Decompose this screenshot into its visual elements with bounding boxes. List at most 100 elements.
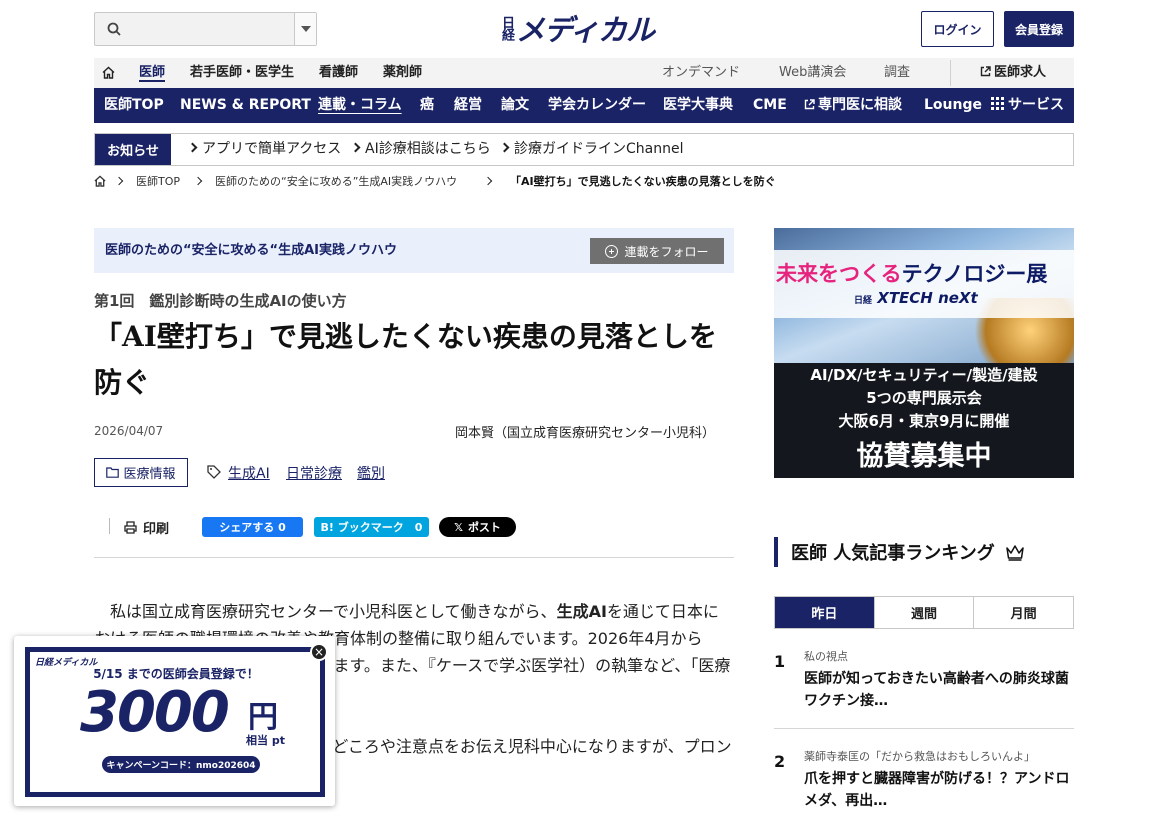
popup-amount: 3000 bbox=[80, 680, 230, 745]
ad-brand-small: 日経 bbox=[854, 296, 873, 306]
body-text: 私は国立成育医療研究センターで小児科医として働きながら、 bbox=[110, 602, 557, 621]
popup-yen: 円 bbox=[248, 700, 278, 735]
home-icon[interactable] bbox=[94, 175, 106, 187]
nav-item-young-doctor[interactable]: 若手医師・医学生 bbox=[190, 58, 294, 88]
nav-item-ondemand[interactable]: オンデマンド bbox=[662, 58, 740, 88]
plus-circle-icon bbox=[605, 244, 619, 258]
ad-brand-text: XTECH neXt bbox=[877, 289, 978, 307]
primary-nav: 医師 若手医師・医学生 看護師 薬剤師 オンデマンド Web講演会 調査 医師求… bbox=[94, 58, 1074, 88]
folder-icon bbox=[106, 467, 120, 478]
tab-monthly[interactable]: 月間 bbox=[973, 597, 1073, 628]
rank-category: 薬師寺泰匡の「だから救急はおもしろいんよ」 bbox=[804, 750, 1035, 763]
notice-link-app[interactable]: アプリで簡単アクセス bbox=[187, 134, 342, 165]
breadcrumb-item[interactable]: 医師のための“安全に攻める”生成AI実践ノウハウ bbox=[215, 173, 457, 191]
nav-item-recruit[interactable]: 医師求人 bbox=[980, 58, 1046, 88]
consult-label: 専門医に相談 bbox=[818, 97, 902, 113]
series-title[interactable]: 医師のための“安全に攻める“生成AI実践ノウハウ bbox=[105, 228, 397, 273]
register-button[interactable]: 会員登録 bbox=[1004, 11, 1074, 47]
nav2-item-news[interactable]: NEWS & REPORT bbox=[180, 88, 311, 123]
nav2-item-series[interactable]: 連載・コラム bbox=[318, 88, 402, 123]
facebook-share-button[interactable]: シェアする 0 bbox=[202, 517, 303, 537]
logo-text: メディカル bbox=[516, 13, 655, 47]
nav2-item-dictionary[interactable]: 医学大事典 bbox=[663, 88, 733, 123]
nav2-item-papers[interactable]: 論文 bbox=[501, 88, 529, 123]
ranking-title: 医師 人気記事ランキング bbox=[774, 537, 1025, 567]
search-scope-dropdown[interactable] bbox=[294, 13, 316, 45]
breadcrumb-item[interactable]: 医師TOP bbox=[136, 173, 180, 191]
article-headline: 「AI壁打ち」で見逃したくない疾患の見落としを防ぐ bbox=[94, 320, 717, 399]
nav-item-doctor[interactable]: 医師 bbox=[139, 58, 166, 82]
follow-label: 連載をフォロー bbox=[624, 244, 709, 259]
campaign-popup[interactable]: 日経メディカル 5/15 までの医師会員登録で！ 3000 円 相当 pt キャ… bbox=[14, 636, 335, 806]
ranking-item[interactable]: 2 薬師寺泰匡の「だから救急はおもしろいんよ」 爪を押すと臓器障害が防げる！？ア… bbox=[774, 748, 1074, 818]
notice-bar: お知らせ アプリで簡単アクセス AI診療相談はこちら 診療ガイドラインChann… bbox=[94, 133, 1074, 166]
keyword-link[interactable]: 生成AI bbox=[228, 463, 270, 483]
notice-label: お知らせ bbox=[95, 134, 171, 165]
x-post-button[interactable]: 𝕏 ポスト bbox=[439, 517, 516, 537]
print-button[interactable]: 印刷 bbox=[124, 518, 169, 537]
site-logo[interactable]: 日経 メディカル bbox=[499, 10, 655, 47]
home-icon[interactable] bbox=[102, 66, 115, 79]
notice-link-guideline[interactable]: 診療ガイドラインChannel bbox=[499, 134, 684, 165]
service-label: サービス bbox=[1008, 97, 1064, 113]
series-banner: 医師のための“安全に攻める“生成AI実践ノウハウ 連載をフォロー bbox=[94, 228, 734, 273]
divider bbox=[94, 557, 734, 558]
ad-line: AI/DX/セキュリティー/製造/建設 bbox=[810, 366, 1038, 384]
nav2-item-lounge[interactable]: Lounge bbox=[924, 88, 982, 123]
nav-item-survey[interactable]: 調査 bbox=[884, 58, 910, 88]
ranking-item[interactable]: 1 私の視点 医師が知っておきたい高齢者への肺炎球菌ワクチン接… bbox=[774, 648, 1074, 718]
tab-yesterday[interactable]: 昨日 bbox=[775, 597, 874, 628]
rank-number: 1 bbox=[774, 652, 786, 671]
external-link-icon bbox=[980, 66, 991, 77]
hatena-bookmark-button[interactable]: B! ブックマーク 0 bbox=[314, 517, 429, 537]
notice-link-text: アプリで簡単アクセス bbox=[202, 141, 342, 157]
nav-item-pharmacist[interactable]: 薬剤師 bbox=[383, 58, 422, 88]
nav2-item-calendar[interactable]: 学会カレンダー bbox=[548, 88, 646, 123]
grid-icon bbox=[991, 97, 1004, 110]
external-link-icon bbox=[804, 99, 815, 110]
campaign-card[interactable]: 日経メディカル 5/15 までの医師会員登録で！ 3000 円 相当 pt キャ… bbox=[25, 647, 325, 797]
tab-weekly[interactable]: 週間 bbox=[873, 597, 974, 628]
rank-title: 医師が知っておきたい高齢者への肺炎球菌ワクチン接… bbox=[804, 671, 1069, 709]
hatena-label: B! ブックマーク 0 bbox=[320, 521, 423, 534]
notice-link-ai[interactable]: AI診療相談はこちら bbox=[350, 134, 491, 165]
chevron-right-icon bbox=[187, 142, 198, 153]
notice-link-text: 診療ガイドラインChannel bbox=[514, 141, 684, 157]
keyword-link[interactable]: 日常診療 bbox=[286, 463, 342, 483]
follow-series-button[interactable]: 連載をフォロー bbox=[590, 238, 724, 264]
nav2-item-consult[interactable]: 専門医に相談 bbox=[804, 88, 902, 123]
ad-headline-pink: 未来をつくる bbox=[776, 262, 902, 286]
chevron-right-icon bbox=[114, 176, 124, 186]
nav2-item-management[interactable]: 経営 bbox=[454, 88, 482, 123]
chevron-right-icon bbox=[483, 176, 493, 186]
print-label: 印刷 bbox=[143, 522, 170, 537]
rank-number: 2 bbox=[774, 752, 786, 771]
login-button[interactable]: ログイン bbox=[921, 11, 994, 47]
logo-small-text: 日経 bbox=[499, 16, 514, 40]
category-tag[interactable]: 医療情報 bbox=[94, 458, 188, 487]
ad-headline-navy: テクノロジー展 bbox=[901, 262, 1048, 286]
search-icon bbox=[107, 22, 121, 36]
ad-line: 大阪6月・東京9月に開催 bbox=[838, 412, 1010, 430]
nav2-item-doctor-top[interactable]: 医師TOP bbox=[104, 88, 164, 123]
nav-item-nurse[interactable]: 看護師 bbox=[319, 58, 358, 88]
ranking-tabs: 昨日 週間 月間 bbox=[774, 596, 1074, 629]
nav2-item-cancer[interactable]: 癌 bbox=[420, 88, 434, 123]
popup-pt: 相当 pt bbox=[246, 734, 285, 747]
search-input[interactable] bbox=[94, 12, 317, 46]
printer-icon bbox=[124, 521, 137, 534]
close-icon[interactable]: × bbox=[310, 643, 328, 661]
nav2-item-cme[interactable]: CME bbox=[753, 88, 787, 123]
ranking-title-text: 医師 人気記事ランキング bbox=[791, 543, 995, 564]
nav2-item-service[interactable]: サービス bbox=[991, 88, 1064, 123]
ad-banner[interactable]: 未来をつくるテクノロジー展 日経 XTECH neXt AI/DX/セキュリティ… bbox=[774, 228, 1074, 478]
nav-item-web-lecture[interactable]: Web講演会 bbox=[779, 58, 846, 88]
ad-line: 5つの専門展示会 bbox=[866, 389, 982, 407]
chevron-right-icon bbox=[499, 142, 510, 153]
recruit-label: 医師求人 bbox=[994, 65, 1047, 80]
chevron-right-icon bbox=[350, 142, 361, 153]
category-label: 医療情報 bbox=[123, 467, 176, 482]
tag-icon bbox=[207, 465, 221, 479]
keyword-link[interactable]: 鑑別 bbox=[357, 463, 385, 483]
article-date: 2026/04/07 bbox=[94, 424, 164, 438]
